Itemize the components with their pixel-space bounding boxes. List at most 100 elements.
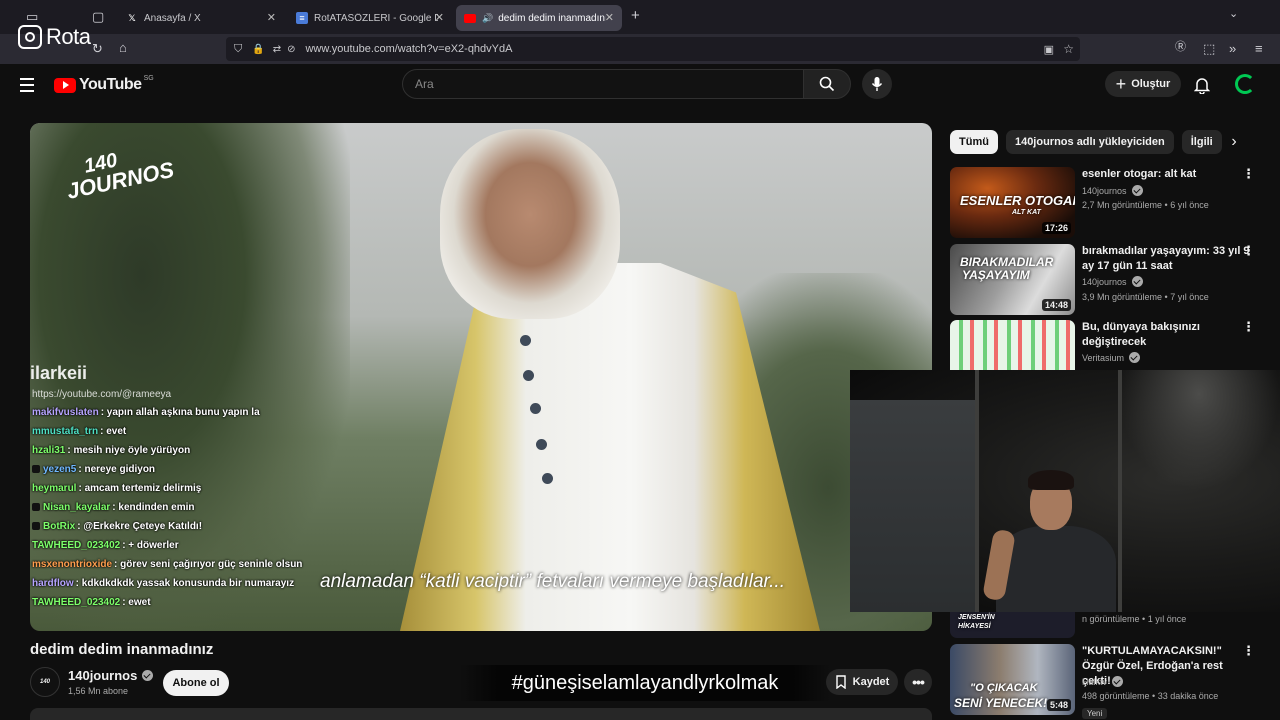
chat-username: mmustafa_trn xyxy=(32,426,99,437)
youtube-logo[interactable]: YouTube SG xyxy=(54,75,154,94)
plus-icon: + xyxy=(1115,74,1127,94)
chevron-right-icon[interactable]: › xyxy=(1222,130,1246,154)
chip-related[interactable]: İlgili xyxy=(1181,130,1222,154)
recommendation-item[interactable]: Bu, dünyaya bakışınızı değiştirecek Veri… xyxy=(950,320,1260,370)
save-button[interactable]: Kaydet xyxy=(826,669,898,695)
tab-youtube[interactable]: 🔊 dedim dedim inanmadınız - ✕ xyxy=(456,5,622,31)
chip-from-uploader[interactable]: 140journos adlı yükleyiciden xyxy=(1005,130,1174,154)
hashtag-text: #güneşiselamlayandlyrkolmak xyxy=(511,671,779,694)
tab-overview-icon[interactable]: ▢ xyxy=(92,10,104,23)
close-icon[interactable]: ✕ xyxy=(435,11,444,24)
url-text[interactable]: www.youtube.com/watch?v=eX2-qhdvYdA xyxy=(305,43,512,55)
chat-username: Nisan_kayalar xyxy=(43,502,111,513)
tab-google-docs[interactable]: ≡ RotATASÖZLERİ - Google Dokü ✕ xyxy=(288,5,452,31)
video-thumbnail[interactable]: BIRAKMADILAR YAŞAYAYIM 14:48 xyxy=(950,244,1075,315)
close-icon[interactable]: ✕ xyxy=(605,11,614,24)
robe-button xyxy=(542,473,553,484)
tab-label: dedim dedim inanmadınız - xyxy=(498,12,606,24)
profile-avatar[interactable] xyxy=(1235,74,1255,94)
x-logo-icon: 𝕏 xyxy=(128,12,136,23)
speaker-icon[interactable]: 🔊 xyxy=(482,13,493,24)
recommendation-channel[interactable]: 140journos xyxy=(1082,185,1143,196)
new-tab-icon[interactable]: + xyxy=(631,8,640,23)
save-label: Kaydet xyxy=(852,676,890,688)
search-button[interactable] xyxy=(803,69,851,99)
cam-window xyxy=(850,400,975,612)
tab-x[interactable]: 𝕏 Anasayfa / X ✕ xyxy=(118,5,284,31)
subscribe-button[interactable]: Abone ol xyxy=(163,670,229,696)
kebab-menu-icon[interactable]: ⋮ xyxy=(1242,167,1255,181)
menu-icon[interactable]: ≡ xyxy=(1255,42,1263,55)
description-box[interactable] xyxy=(30,708,932,720)
chat-message: mmustafa_trn: evet xyxy=(32,426,302,445)
bookmark-icon xyxy=(835,675,846,689)
video-thumbnail[interactable]: ESENLER OTOGAR ALT KAT 17:26 xyxy=(950,167,1075,238)
tab-list-icon[interactable]: ⌄ xyxy=(1229,9,1238,20)
chat-text: : görev seni çağırıyor güç seninle olsun xyxy=(114,559,303,570)
account-icon[interactable]: Ⓡ xyxy=(1175,42,1186,53)
recommendation-item[interactable]: ESENLER OTOGAR ALT KAT 17:26 esenler oto… xyxy=(950,167,1260,239)
channel-text[interactable]: 140journos xyxy=(1082,277,1127,287)
reload-icon[interactable]: ↻ xyxy=(92,42,103,55)
chat-username: msxenontrioxide xyxy=(32,559,113,570)
bookmark-star-icon[interactable]: ☆ xyxy=(1063,42,1074,56)
channel-text[interactable]: 140journos xyxy=(1082,186,1127,196)
home-icon[interactable]: ⌂ xyxy=(119,41,127,54)
cam-light xyxy=(1118,370,1280,490)
recommendation-item[interactable]: "O ÇIKACAK SENİ YENECEK! 5:48 "KURTULAMA… xyxy=(950,644,1260,719)
more-actions-button[interactable]: ••• xyxy=(904,669,932,695)
address-bar[interactable]: ⛉ 🔒 ⇄ ⊘ www.youtube.com/watch?v=eX2-qhdv… xyxy=(226,37,1080,61)
channel-text[interactable]: Halktv xyxy=(1082,677,1107,687)
reader-view-icon[interactable]: ▣ xyxy=(1044,43,1054,56)
more-icon: ••• xyxy=(912,674,925,690)
chat-text: : yapın allah aşkına bunu yapın la xyxy=(100,407,260,418)
extensions-icon[interactable]: ⬚ xyxy=(1203,42,1215,55)
logo-text: YouTube xyxy=(79,76,142,93)
kebab-menu-icon[interactable]: ⋮ xyxy=(1242,320,1255,334)
recommendation-title[interactable]: bırakmadılar yaşayayım: 33 yıl 9 ay 17 g… xyxy=(1082,244,1250,274)
lock-icon[interactable]: 🔒 xyxy=(252,44,264,55)
thumbnail-text: BIRAKMADILAR xyxy=(960,255,1054,269)
channel-name-text[interactable]: 140journos xyxy=(68,668,137,683)
video-player[interactable]: 140 JOURNOS ilarkeii https://youtube.com… xyxy=(30,123,932,631)
kebab-menu-icon[interactable]: ⋮ xyxy=(1242,644,1255,658)
voice-search-button[interactable] xyxy=(862,69,892,99)
video-duration: 5:48 xyxy=(1046,699,1071,711)
hamburger-menu-icon[interactable] xyxy=(20,78,34,96)
chip-all[interactable]: Tümü xyxy=(950,130,998,154)
chat-message: hzali31: mesih niye öyle yürüyon xyxy=(32,445,302,464)
verified-icon xyxy=(142,670,154,681)
search-input[interactable] xyxy=(415,70,785,98)
kebab-menu-icon[interactable]: ⋮ xyxy=(1242,244,1255,258)
close-icon[interactable]: ✕ xyxy=(267,11,276,24)
recommendation-title[interactable]: Bu, dünyaya bakışınızı değiştirecek xyxy=(1082,320,1250,350)
sidebar-toggle-icon[interactable]: ▭ xyxy=(26,10,38,23)
channel-avatar[interactable]: 140 xyxy=(30,667,60,697)
permissions-icon[interactable]: ⇄ xyxy=(273,44,281,55)
video-thumbnail[interactable]: JENSEN'İN HİKAYESİ xyxy=(950,612,1075,638)
recommendation-channel[interactable]: 140journos xyxy=(1082,276,1143,287)
overflow-chevron-icon[interactable]: » xyxy=(1229,42,1236,55)
recommendation-channel[interactable]: Halktv xyxy=(1082,676,1124,687)
video-duration: 17:26 xyxy=(1041,222,1071,234)
thumbnail-text: JENSEN'İN HİKAYESİ xyxy=(958,614,995,630)
recommendation-item[interactable]: BIRAKMADILAR YAŞAYAYIM 14:48 bırakmadıla… xyxy=(950,244,1260,316)
video-thumbnail[interactable]: "O ÇIKACAK SENİ YENECEK! 5:48 xyxy=(950,644,1075,715)
chat-message: hardflow: kdkdkdkdk yassak konusunda bir… xyxy=(32,578,302,597)
microphone-icon xyxy=(871,77,883,91)
channel-text[interactable]: Veritasium xyxy=(1082,353,1124,363)
chat-message: yezen5: nereye gidiyon xyxy=(32,464,302,483)
streamer-person xyxy=(982,468,1118,612)
video-thumbnail[interactable] xyxy=(950,320,1075,370)
channel-name[interactable]: 140journos xyxy=(68,668,154,683)
shield-icon[interactable]: ⛉ xyxy=(234,43,242,56)
create-button[interactable]: + Oluştur xyxy=(1105,71,1181,97)
notifications-bell-icon[interactable] xyxy=(1193,76,1211,99)
avatar-brand: 140 xyxy=(39,679,50,685)
video-person-head xyxy=(440,129,620,319)
verified-icon xyxy=(1112,676,1124,687)
tracking-icon[interactable]: ⊘ xyxy=(287,44,295,55)
recommendation-title[interactable]: esenler otogar: alt kat xyxy=(1082,167,1250,182)
recommendation-channel[interactable]: Veritasium xyxy=(1082,352,1141,363)
robe-button xyxy=(536,439,547,450)
